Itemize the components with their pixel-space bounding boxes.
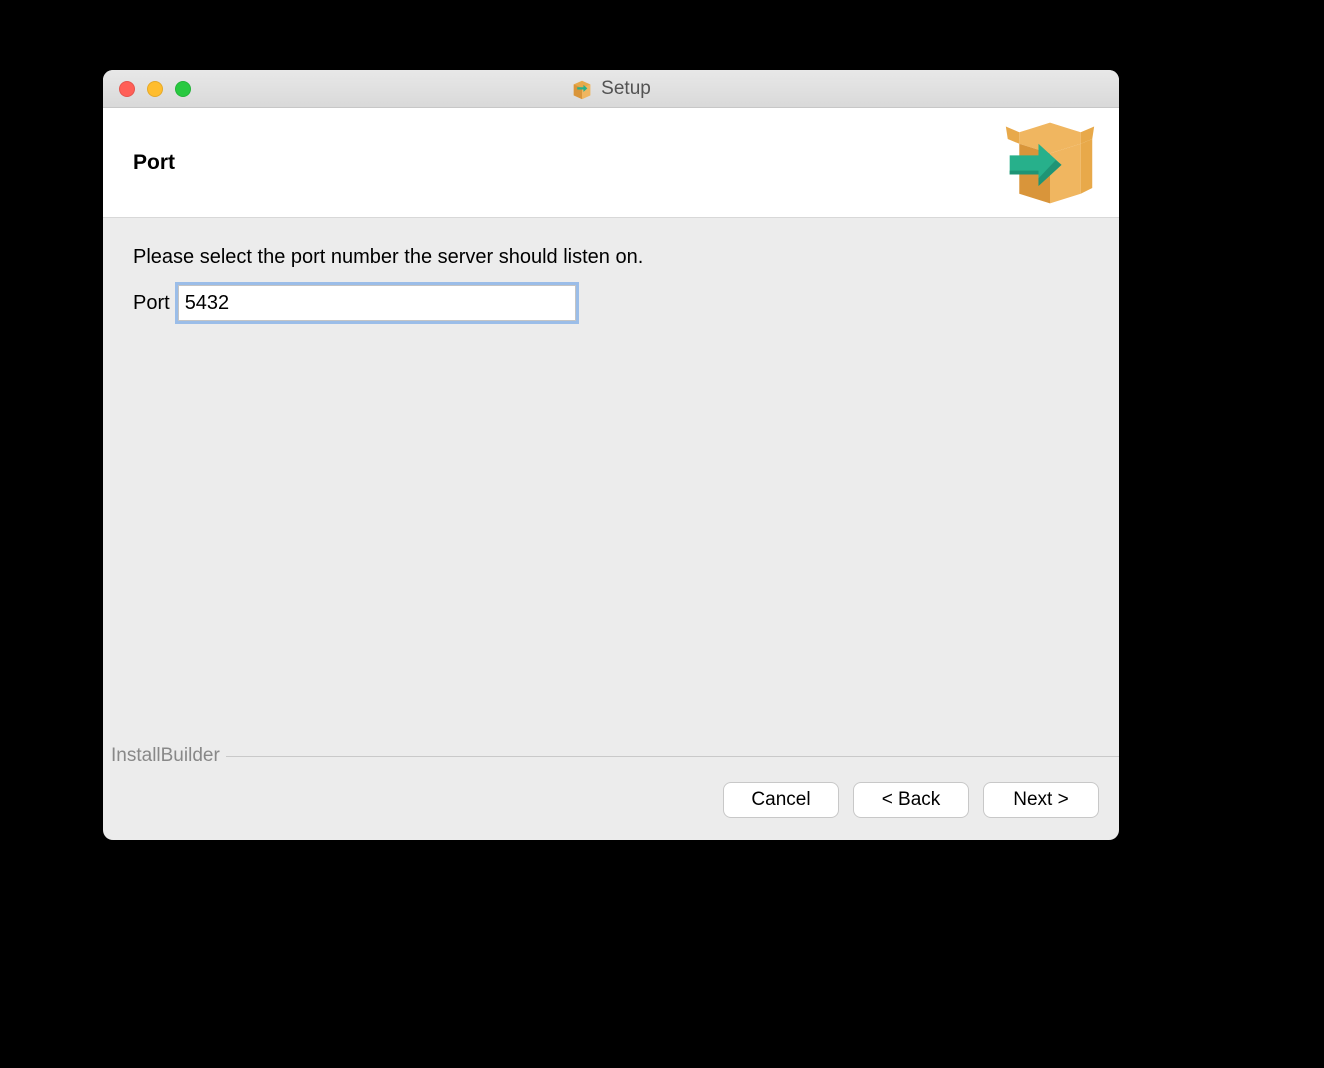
minimize-icon[interactable]	[147, 81, 163, 97]
port-label: Port	[133, 292, 170, 315]
port-input[interactable]	[178, 285, 576, 321]
next-button[interactable]: Next >	[983, 782, 1099, 818]
setup-window: Setup Port Please select the port number…	[103, 70, 1119, 840]
window-title: Setup	[601, 78, 651, 100]
content-area: Please select the port number the server…	[103, 218, 1119, 764]
branding-divider: InstallBuilder	[103, 745, 1119, 767]
titlebar: Setup	[103, 70, 1119, 108]
close-icon[interactable]	[119, 81, 135, 97]
divider-line	[226, 756, 1119, 757]
title-center: Setup	[103, 78, 1119, 100]
port-field-row: Port	[133, 285, 1089, 321]
zoom-icon[interactable]	[175, 81, 191, 97]
instruction-text: Please select the port number the server…	[133, 246, 1089, 269]
installer-box-icon	[571, 78, 593, 100]
header: Port	[103, 108, 1119, 218]
installer-box-large-icon	[999, 115, 1101, 211]
footer: Cancel < Back Next >	[103, 764, 1119, 840]
cancel-button[interactable]: Cancel	[723, 782, 839, 818]
branding-label: InstallBuilder	[103, 745, 226, 767]
traffic-lights	[103, 81, 191, 97]
back-button[interactable]: < Back	[853, 782, 969, 818]
page-title: Port	[133, 151, 175, 175]
